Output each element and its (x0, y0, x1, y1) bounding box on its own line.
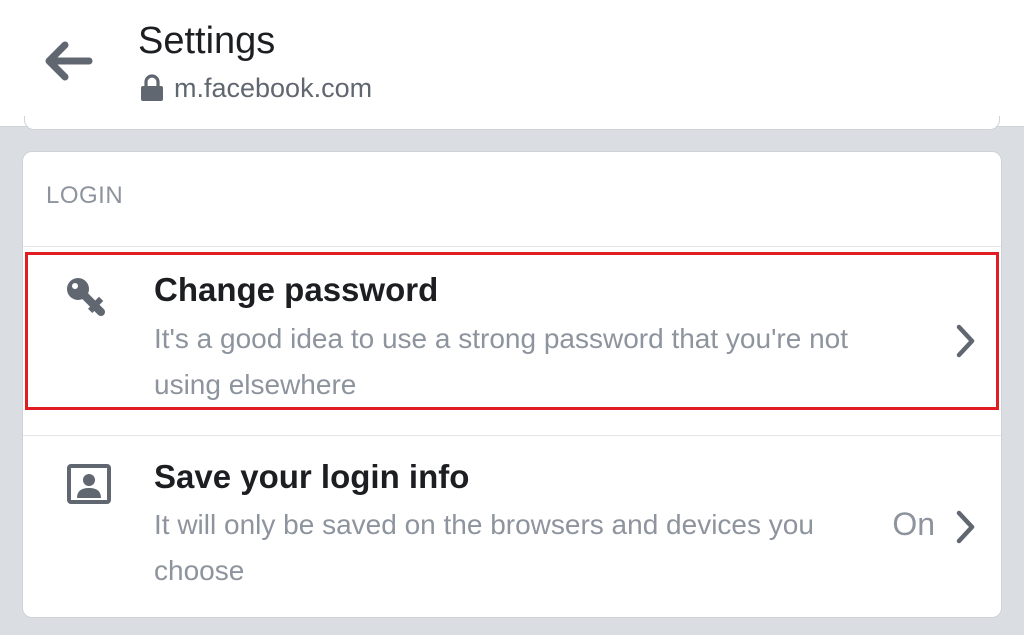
setting-value: On (892, 506, 935, 542)
url-bar: m.facebook.com (140, 70, 372, 106)
back-button[interactable] (38, 34, 98, 88)
row-title: Change password (154, 271, 439, 308)
change-password-row[interactable]: Change password It's a good idea to use … (23, 252, 1001, 413)
back-arrow-icon (45, 41, 93, 81)
chevron-right-icon (956, 510, 975, 544)
url-text: m.facebook.com (174, 72, 373, 103)
chevron-right-icon (956, 324, 975, 358)
page-title: Settings (138, 20, 276, 62)
key-icon (65, 276, 107, 323)
contact-card-icon (67, 464, 111, 509)
login-settings-card: LOGIN Change password It's a good idea t… (22, 151, 1002, 618)
row-title: Save your login info (154, 458, 470, 495)
lock-icon (141, 74, 163, 101)
app-header: Settings m.facebook.com (0, 0, 1024, 127)
row-description: It's a good idea to use a strong passwor… (154, 323, 849, 400)
row-description: It will only be saved on the browsers an… (154, 509, 814, 586)
save-login-info-row[interactable]: Save your login info It will only be sav… (23, 435, 1001, 617)
section-title: LOGIN (46, 182, 124, 209)
previous-card-edge (24, 116, 1000, 130)
section-header: LOGIN (23, 152, 1001, 247)
